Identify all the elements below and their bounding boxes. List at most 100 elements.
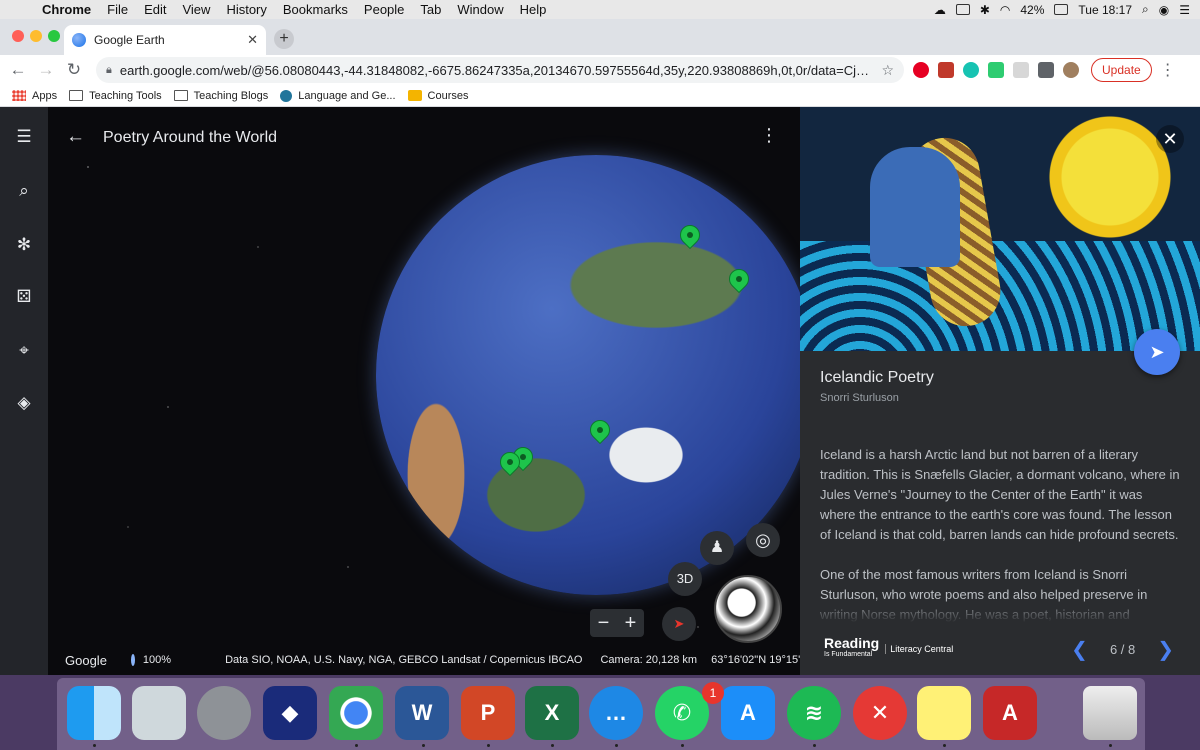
my-location-icon[interactable]: ◎ bbox=[746, 523, 780, 557]
minimap-globe[interactable] bbox=[714, 575, 782, 643]
finder-icon[interactable] bbox=[67, 686, 121, 740]
notification-center-icon[interactable]: ☰ bbox=[1179, 3, 1190, 17]
puzzle-extensions-icon[interactable] bbox=[1038, 62, 1054, 78]
minimize-window-button[interactable] bbox=[30, 30, 42, 42]
bookmark-label: Teaching Blogs bbox=[193, 89, 269, 102]
classroom-icon bbox=[407, 90, 422, 101]
menu-help[interactable]: Help bbox=[512, 2, 555, 17]
projects-icon[interactable]: ⌖ bbox=[14, 341, 34, 361]
map-style-layers-icon[interactable]: ◈ bbox=[14, 393, 34, 413]
word-icon[interactable]: W bbox=[395, 686, 449, 740]
tab-google-earth[interactable]: Google Earth ✕ bbox=[64, 25, 266, 55]
back-arrow-icon[interactable]: ← bbox=[66, 126, 85, 148]
spotlight-icon[interactable]: ⌕ bbox=[1142, 2, 1149, 17]
app-store-icon[interactable]: A bbox=[721, 686, 775, 740]
bookmark-language[interactable]: Language and Ge... bbox=[280, 89, 396, 102]
battery-icon[interactable] bbox=[1054, 4, 1069, 15]
menu-app-name[interactable]: Chrome bbox=[34, 2, 99, 17]
preview-icon[interactable] bbox=[132, 686, 186, 740]
tab-title: Google Earth bbox=[94, 33, 165, 47]
profile-avatar[interactable] bbox=[1063, 62, 1079, 78]
url-text[interactable]: earth.google.com/web/@56.08080443,-44.31… bbox=[120, 63, 874, 78]
acrobat-icon[interactable]: A bbox=[983, 686, 1037, 740]
menu-file[interactable]: File bbox=[99, 2, 136, 17]
globe-viewport[interactable]: ← Poetry Around the World ⋮ ♟ ◎ 3D − + ➤… bbox=[48, 107, 824, 675]
story-title: Poetry Around the World bbox=[103, 129, 278, 146]
street-view-pegman-icon[interactable]: ♟ bbox=[700, 531, 734, 565]
bookmark-teaching-tools[interactable]: Teaching Tools bbox=[69, 90, 162, 102]
back-arrow-icon[interactable]: ← bbox=[4, 60, 32, 80]
cloud-icon[interactable]: ☁ bbox=[934, 3, 946, 17]
close-tab-icon[interactable]: ✕ bbox=[247, 32, 258, 48]
zoom-out-button[interactable]: − bbox=[598, 612, 610, 635]
camera-altitude: Camera: 20,128 km bbox=[600, 654, 698, 666]
spotify-icon[interactable]: ≋ bbox=[787, 686, 841, 740]
system-preferences-icon[interactable] bbox=[197, 686, 251, 740]
running-indicator bbox=[422, 744, 425, 747]
compass-icon[interactable]: ➤ bbox=[662, 607, 696, 641]
screen-share-icon[interactable]: ✕ bbox=[853, 686, 907, 740]
menu-view[interactable]: View bbox=[174, 2, 218, 17]
grey-extension-icon[interactable] bbox=[1013, 62, 1029, 78]
feeling-lucky-dice-icon[interactable]: ⚄ bbox=[14, 287, 34, 307]
bookmark-teaching-blogs[interactable]: Teaching Blogs bbox=[173, 89, 269, 102]
card-subtitle: Snorri Sturluson bbox=[820, 392, 899, 404]
battery-percent[interactable]: 42% bbox=[1020, 3, 1044, 17]
reading-is-fundamental-logo: Reading Is Fundamental bbox=[824, 636, 879, 661]
menu-window[interactable]: Window bbox=[449, 2, 511, 17]
menu-people[interactable]: People bbox=[356, 2, 412, 17]
chrome-icon[interactable] bbox=[329, 686, 383, 740]
forward-arrow-icon[interactable]: → bbox=[32, 60, 60, 80]
display-icon[interactable] bbox=[955, 4, 970, 15]
extension-badge-icon[interactable] bbox=[938, 62, 954, 78]
menu-history[interactable]: History bbox=[218, 2, 274, 17]
close-card-icon[interactable]: ✕ bbox=[1156, 125, 1184, 153]
menu-tab[interactable]: Tab bbox=[412, 2, 449, 17]
folder-icon bbox=[69, 90, 84, 101]
search-icon[interactable]: ⌕ bbox=[14, 181, 34, 201]
knowledge-card: ✕ ➤ Icelandic Poetry Snorri Sturluson Ic… bbox=[800, 107, 1200, 675]
app-store-badge: 1 bbox=[702, 682, 724, 704]
bookmark-courses[interactable]: Courses bbox=[407, 90, 468, 102]
clock[interactable]: Tue 18:17 bbox=[1078, 3, 1132, 17]
trash-icon[interactable] bbox=[1083, 686, 1137, 740]
update-button[interactable]: Update bbox=[1091, 58, 1152, 82]
mac-dock: ◆ W P X … ✆ A ≋ ✕ A bbox=[57, 678, 1145, 750]
more-options-icon[interactable]: ⋮ bbox=[760, 125, 778, 146]
messages-icon[interactable]: … bbox=[589, 686, 643, 740]
close-window-button[interactable] bbox=[12, 30, 24, 42]
wifi-icon[interactable]: ◠ bbox=[1000, 3, 1010, 17]
running-indicator bbox=[943, 744, 946, 747]
menu-bookmarks[interactable]: Bookmarks bbox=[275, 2, 356, 17]
bluetooth-icon[interactable]: ✱ bbox=[980, 3, 990, 17]
browser-toolbar: ← → ↻ 🔒︎ earth.google.com/web/@56.080804… bbox=[0, 55, 1200, 85]
bookmark-apps[interactable]: Apps bbox=[12, 90, 57, 102]
next-chevron-icon[interactable]: ❯ bbox=[1157, 637, 1174, 662]
zoom-window-button[interactable] bbox=[48, 30, 60, 42]
hamburger-menu-icon[interactable]: ☰ bbox=[14, 127, 34, 147]
powerpoint-icon[interactable]: P bbox=[461, 686, 515, 740]
data-attribution[interactable]: Data SIO, NOAA, U.S. Navy, NGA, GEBCO La… bbox=[225, 654, 582, 666]
green-extension-icon[interactable] bbox=[988, 62, 1004, 78]
share-send-icon[interactable]: ➤ bbox=[1134, 329, 1180, 375]
address-bar[interactable]: 🔒︎ earth.google.com/web/@56.08080443,-44… bbox=[96, 57, 904, 83]
bookmark-star-icon[interactable]: ☆ bbox=[881, 62, 894, 79]
toggle-3d-button[interactable]: 3D bbox=[668, 562, 702, 596]
user-icon[interactable]: ◉ bbox=[1159, 3, 1169, 17]
pinterest-extension-icon[interactable] bbox=[913, 62, 929, 78]
whatsapp-icon[interactable]: ✆ bbox=[655, 686, 709, 740]
previous-chevron-icon[interactable]: ❮ bbox=[1071, 637, 1088, 662]
literacy-central-logo: Literacy Central bbox=[885, 644, 953, 654]
new-tab-button[interactable]: + bbox=[274, 29, 294, 49]
dropbox-icon[interactable]: ◆ bbox=[263, 686, 317, 740]
voyager-icon[interactable]: ✻ bbox=[14, 235, 34, 255]
menu-edit[interactable]: Edit bbox=[136, 2, 174, 17]
m-extension-icon[interactable] bbox=[963, 62, 979, 78]
bookmark-label: Teaching Tools bbox=[89, 89, 162, 102]
reload-icon[interactable]: ↻ bbox=[60, 60, 88, 80]
excel-icon[interactable]: X bbox=[525, 686, 579, 740]
chrome-menu-icon[interactable]: ⋮ bbox=[1160, 60, 1176, 80]
zoom-in-button[interactable]: + bbox=[625, 612, 637, 635]
lock-icon[interactable]: 🔒︎ bbox=[106, 64, 112, 77]
stickies-icon[interactable] bbox=[917, 686, 971, 740]
